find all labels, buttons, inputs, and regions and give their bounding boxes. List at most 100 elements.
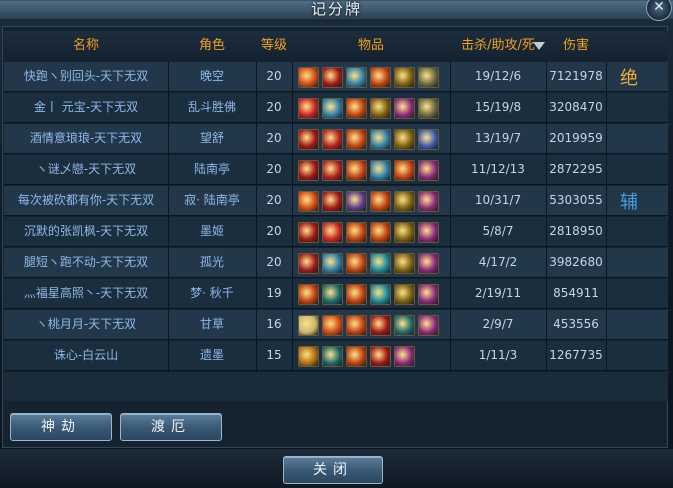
item-icon[interactable] <box>322 98 343 119</box>
item-icon[interactable] <box>394 284 415 305</box>
player-role: 墨姬 <box>199 224 224 238</box>
column-divider <box>450 93 451 124</box>
item-icon[interactable] <box>370 222 391 243</box>
item-icon[interactable] <box>298 346 319 367</box>
item-slots <box>298 346 448 367</box>
column-divider <box>606 310 607 341</box>
player-damage: 7121978 <box>549 69 603 83</box>
player-name: 沉默的张凯枫-天下无双 <box>23 224 149 238</box>
item-icon[interactable] <box>394 315 415 336</box>
item-icon[interactable] <box>346 160 367 181</box>
item-icon[interactable] <box>346 67 367 88</box>
du-e-button[interactable]: 渡厄 <box>120 413 222 441</box>
item-icon[interactable] <box>322 160 343 181</box>
item-icon[interactable] <box>418 284 439 305</box>
item-icon[interactable] <box>370 253 391 274</box>
item-icon[interactable] <box>370 160 391 181</box>
item-icon[interactable] <box>298 67 319 88</box>
col-kda-header[interactable]: 击杀/助攻/死 <box>450 31 546 61</box>
item-icon[interactable] <box>394 253 415 274</box>
item-icon[interactable] <box>346 284 367 305</box>
column-divider <box>256 310 257 341</box>
item-icon[interactable] <box>322 222 343 243</box>
item-icon[interactable] <box>418 253 439 274</box>
item-icon[interactable] <box>394 160 415 181</box>
item-icon[interactable] <box>346 315 367 336</box>
item-icon[interactable] <box>298 129 319 150</box>
item-icon[interactable] <box>394 67 415 88</box>
table-row: 金丨 元宝-天下无双 乱斗胜佛 20 15/19/8 3208470 <box>4 93 668 124</box>
item-icon[interactable] <box>370 98 391 119</box>
item-icon[interactable] <box>346 129 367 150</box>
item-icon[interactable] <box>394 191 415 212</box>
item-icon[interactable] <box>394 98 415 119</box>
item-icon[interactable] <box>346 346 367 367</box>
player-damage: 2872295 <box>549 162 603 176</box>
close-button[interactable]: 关闭 <box>283 456 383 484</box>
shenjie-button[interactable]: 神劫 <box>10 413 112 441</box>
item-icon[interactable] <box>322 129 343 150</box>
item-icon[interactable] <box>394 129 415 150</box>
table-row: 诛心-白云山 遗墨 15 1/11/3 1267735 <box>4 341 668 372</box>
item-icon[interactable] <box>394 222 415 243</box>
item-icon[interactable] <box>418 191 439 212</box>
item-icon[interactable] <box>418 129 439 150</box>
item-icon[interactable] <box>346 98 367 119</box>
item-icon[interactable] <box>298 222 319 243</box>
item-icon[interactable] <box>322 284 343 305</box>
column-divider <box>256 217 257 248</box>
item-icon[interactable] <box>370 129 391 150</box>
item-icon[interactable] <box>346 191 367 212</box>
player-level: 20 <box>266 162 282 176</box>
column-divider <box>168 124 169 155</box>
sort-arrow-icon[interactable] <box>533 42 545 50</box>
player-kda: 2/19/11 <box>474 286 522 300</box>
item-icon[interactable] <box>322 253 343 274</box>
table-header: 名称 角色 等级 物品 击杀/助攻/死 伤害 <box>4 31 668 61</box>
player-role: 陆南亭 <box>193 162 230 176</box>
player-damage: 2818950 <box>549 224 603 238</box>
column-divider <box>292 186 293 217</box>
item-icon[interactable] <box>298 253 319 274</box>
player-damage: 1267735 <box>549 348 603 362</box>
player-name: 金丨 元宝-天下无双 <box>33 100 139 114</box>
column-divider <box>256 93 257 124</box>
item-icon[interactable] <box>322 315 343 336</box>
player-name: 灬福星高照丶-天下无双 <box>23 286 149 300</box>
title-mark: 辅 <box>620 192 638 213</box>
column-divider <box>450 124 451 155</box>
item-icon[interactable] <box>346 222 367 243</box>
item-icon[interactable] <box>322 346 343 367</box>
column-divider <box>606 341 607 372</box>
item-icon[interactable] <box>418 67 439 88</box>
column-divider <box>256 186 257 217</box>
column-divider <box>606 62 607 93</box>
column-divider <box>256 279 257 310</box>
item-icon[interactable] <box>370 346 391 367</box>
item-slots <box>298 315 448 336</box>
player-name: ヽ谜乄戀-天下无双 <box>35 162 137 176</box>
item-icon[interactable] <box>418 98 439 119</box>
item-icon[interactable] <box>370 67 391 88</box>
item-icon[interactable] <box>298 315 319 336</box>
player-kda: 2/9/7 <box>482 317 514 331</box>
column-divider <box>256 248 257 279</box>
item-icon[interactable] <box>370 315 391 336</box>
item-icon[interactable] <box>322 191 343 212</box>
item-icon[interactable] <box>298 98 319 119</box>
item-icon[interactable] <box>394 346 415 367</box>
item-slots <box>298 284 448 305</box>
item-icon[interactable] <box>346 253 367 274</box>
item-icon[interactable] <box>298 191 319 212</box>
column-divider <box>546 93 547 124</box>
item-icon[interactable] <box>370 191 391 212</box>
col-level-header: 等级 <box>260 38 287 53</box>
item-icon[interactable] <box>418 160 439 181</box>
item-icon[interactable] <box>322 67 343 88</box>
item-icon[interactable] <box>418 222 439 243</box>
item-icon[interactable] <box>298 160 319 181</box>
item-icon[interactable] <box>370 284 391 305</box>
item-icon[interactable] <box>418 315 439 336</box>
item-icon[interactable] <box>298 284 319 305</box>
column-divider <box>168 341 169 372</box>
